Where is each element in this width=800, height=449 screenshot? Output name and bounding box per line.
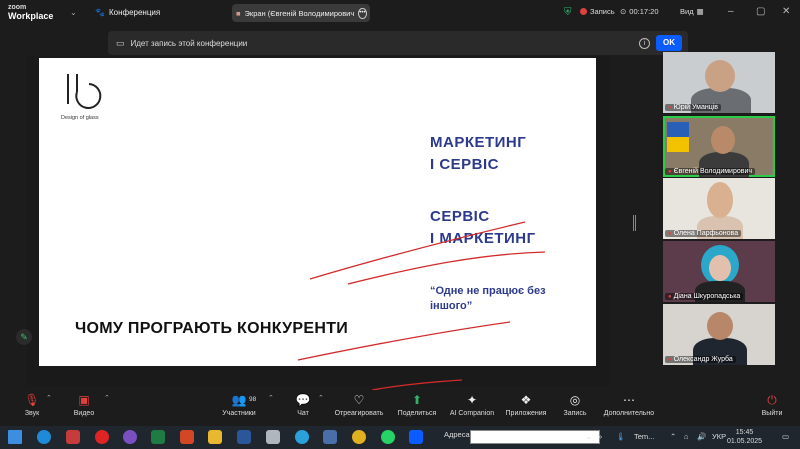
shield-icon[interactable]: ⛨ xyxy=(564,7,572,18)
more-button[interactable]: ⋯ Дополнительно xyxy=(597,392,661,417)
title-bar: zoom Workplace ⌄ 🐾 Конференция ■ Экран (… xyxy=(0,0,800,26)
tray-chevron-icon[interactable]: ⌃ xyxy=(670,432,676,441)
mic-muted-icon: ● xyxy=(668,104,672,111)
participant-tile[interactable]: ● Юрій Уманців xyxy=(663,52,775,113)
grid-icon: ▦ xyxy=(696,7,704,16)
participant-name: ● Олександр Журба xyxy=(665,356,736,363)
chat-options-chevron-icon[interactable]: ⌃ xyxy=(318,394,324,402)
annotate-pen-icon[interactable]: ✎ xyxy=(16,329,32,345)
audio-options-chevron-icon[interactable]: ⌃ xyxy=(46,394,52,402)
leave-button[interactable]: ⏻ Выйти xyxy=(740,392,800,417)
thermometer-icon: 🌡 xyxy=(616,432,626,441)
zoom-logo: zoom Workplace xyxy=(8,4,54,21)
recording-camera-icon: ▭ xyxy=(116,37,125,48)
meeting-toolbar: 🎙 Звук ⌃ ▣ Видео ⌃ 👥 Участники 98 ⌃ 💬 Ча… xyxy=(0,390,800,424)
leave-icon: ⏻ xyxy=(767,393,777,407)
presentation-slide: Design of glass МАРКЕТИНГ І СЕРВІС СЕРВІ… xyxy=(39,58,596,366)
taskbar-expand-icon[interactable]: » xyxy=(598,432,602,441)
chat-icon: 💬 xyxy=(295,393,311,407)
chevron-down-icon[interactable]: ⌄ xyxy=(70,8,77,17)
minimize-icon[interactable]: – xyxy=(728,6,734,17)
excel-icon[interactable] xyxy=(151,430,165,444)
banner-message: Идет запись этой конференции xyxy=(130,38,248,48)
screen-share-indicator[interactable]: ■ Экран (Євгеній Володимирович ••• xyxy=(232,4,370,22)
address-label: Адреса xyxy=(444,430,470,439)
chat-button[interactable]: 💬 Чат xyxy=(271,392,335,417)
logo-caption: Design of glass xyxy=(61,115,99,121)
participants-icon: 👥 xyxy=(231,393,247,407)
share-screen-icon: ⬆ xyxy=(411,393,423,407)
meeting-timer: ⊙ 00:17:20 xyxy=(620,7,659,16)
mic-muted-icon: ● xyxy=(668,168,672,175)
notifications-icon[interactable]: ▭ xyxy=(782,432,789,441)
volume-icon[interactable]: 🔊 xyxy=(697,432,706,441)
participant-name: ● Діана Шкуропадська xyxy=(665,293,744,300)
system-clock[interactable]: 15:45 01.05.2025 xyxy=(727,428,762,446)
react-button[interactable]: ♡ Отреагировать xyxy=(327,392,391,417)
maximize-icon[interactable]: ▢ xyxy=(756,6,765,17)
mic-muted-icon: ● xyxy=(668,293,672,300)
powerpoint-icon[interactable] xyxy=(180,430,194,444)
opera-icon[interactable] xyxy=(95,430,109,444)
conference-info-button[interactable]: 🐾 Конференция xyxy=(95,8,160,17)
screen-share-label: Экран (Євгеній Володимирович xyxy=(244,8,355,18)
more-icon: ⋯ xyxy=(623,393,635,407)
paw-icon: 🐾 xyxy=(95,8,105,17)
edge-browser-icon[interactable] xyxy=(37,430,51,444)
slide-quote: “Одне не працює без іншого” xyxy=(430,285,546,312)
video-options-chevron-icon[interactable]: ⌃ xyxy=(104,394,110,402)
slide-bottom-title: ЧОМУ ПРОГРАЮТЬ КОНКУРЕНТИ xyxy=(75,320,349,337)
banner-ok-button[interactable]: OK xyxy=(656,35,682,51)
file-explorer-icon[interactable] xyxy=(208,430,222,444)
telegram-icon[interactable] xyxy=(295,430,309,444)
view-button[interactable]: Вид ▦ xyxy=(680,7,704,16)
recording-indicator[interactable]: Запись xyxy=(580,7,615,16)
participants-button[interactable]: 👥 Участники xyxy=(207,392,271,417)
windows-start-icon[interactable] xyxy=(8,430,22,444)
participant-name: ● Юрій Уманців xyxy=(665,104,721,111)
participant-name: ● Олена Парфьонова xyxy=(665,230,742,237)
clock-icon: ⊙ xyxy=(620,7,627,16)
app-icon[interactable] xyxy=(266,430,280,444)
design-of-glass-logo-icon xyxy=(67,74,102,109)
mic-muted-icon: ● xyxy=(668,356,672,363)
chart-app-icon[interactable] xyxy=(66,430,80,444)
video-off-icon: ▣ xyxy=(78,393,90,407)
windows-taskbar: Адреса ⌄ » 🌡 Tem... ⌃ ⌂ 🔊 УКР 15:45 01.0… xyxy=(0,426,800,449)
participants-count: 98 xyxy=(249,396,257,403)
recording-banner: ▭ Идет запись этой конференции i OK xyxy=(108,31,688,55)
viber-icon[interactable] xyxy=(123,430,137,444)
sparkle-icon: ✦ xyxy=(466,393,478,407)
slide-heading-1: МАРКЕТИНГ І СЕРВІС xyxy=(430,134,527,173)
info-icon[interactable]: i xyxy=(639,37,650,49)
conference-label: Конференция xyxy=(108,8,161,17)
mic-muted-icon: 🎙 xyxy=(24,393,40,407)
address-input[interactable] xyxy=(470,430,600,444)
address-dropdown-icon[interactable]: ⌄ xyxy=(586,432,592,441)
panel-resize-handle[interactable] xyxy=(633,215,636,231)
participant-tile[interactable]: ● Олександр Журба xyxy=(663,304,775,365)
heart-icon: ♡ xyxy=(353,393,365,407)
record-dot-icon xyxy=(580,8,587,15)
record-icon: ◎ xyxy=(569,393,581,407)
chrome-icon[interactable] xyxy=(352,430,366,444)
participant-tile[interactable]: ● Євгеній Володимирович xyxy=(663,116,775,177)
whatsapp-icon[interactable] xyxy=(381,430,395,444)
participant-tile[interactable]: ● Олена Парфьонова xyxy=(663,178,775,239)
apps-icon: ❖ xyxy=(520,393,532,407)
user-avatar-icon: ■ xyxy=(236,8,241,18)
mic-muted-icon: ● xyxy=(668,230,672,237)
calculator-icon[interactable] xyxy=(323,430,337,444)
participant-tile[interactable]: ● Діана Шкуропадська xyxy=(663,241,775,302)
zoom-window: zoom Workplace ⌄ 🐾 Конференция ■ Экран (… xyxy=(0,0,800,449)
participant-name: ● Євгеній Володимирович xyxy=(665,168,756,175)
more-options-icon[interactable]: ••• xyxy=(358,7,367,19)
zoom-taskbar-icon[interactable] xyxy=(409,430,423,444)
word-icon[interactable] xyxy=(237,430,251,444)
language-indicator[interactable]: УКР xyxy=(712,432,726,441)
network-icon[interactable]: ⌂ xyxy=(684,432,689,441)
weather-label[interactable]: Tem... xyxy=(634,432,654,441)
close-icon[interactable]: ✕ xyxy=(782,6,790,17)
slide-heading-2: СЕРВІС І МАРКЕТИНГ xyxy=(430,208,536,247)
